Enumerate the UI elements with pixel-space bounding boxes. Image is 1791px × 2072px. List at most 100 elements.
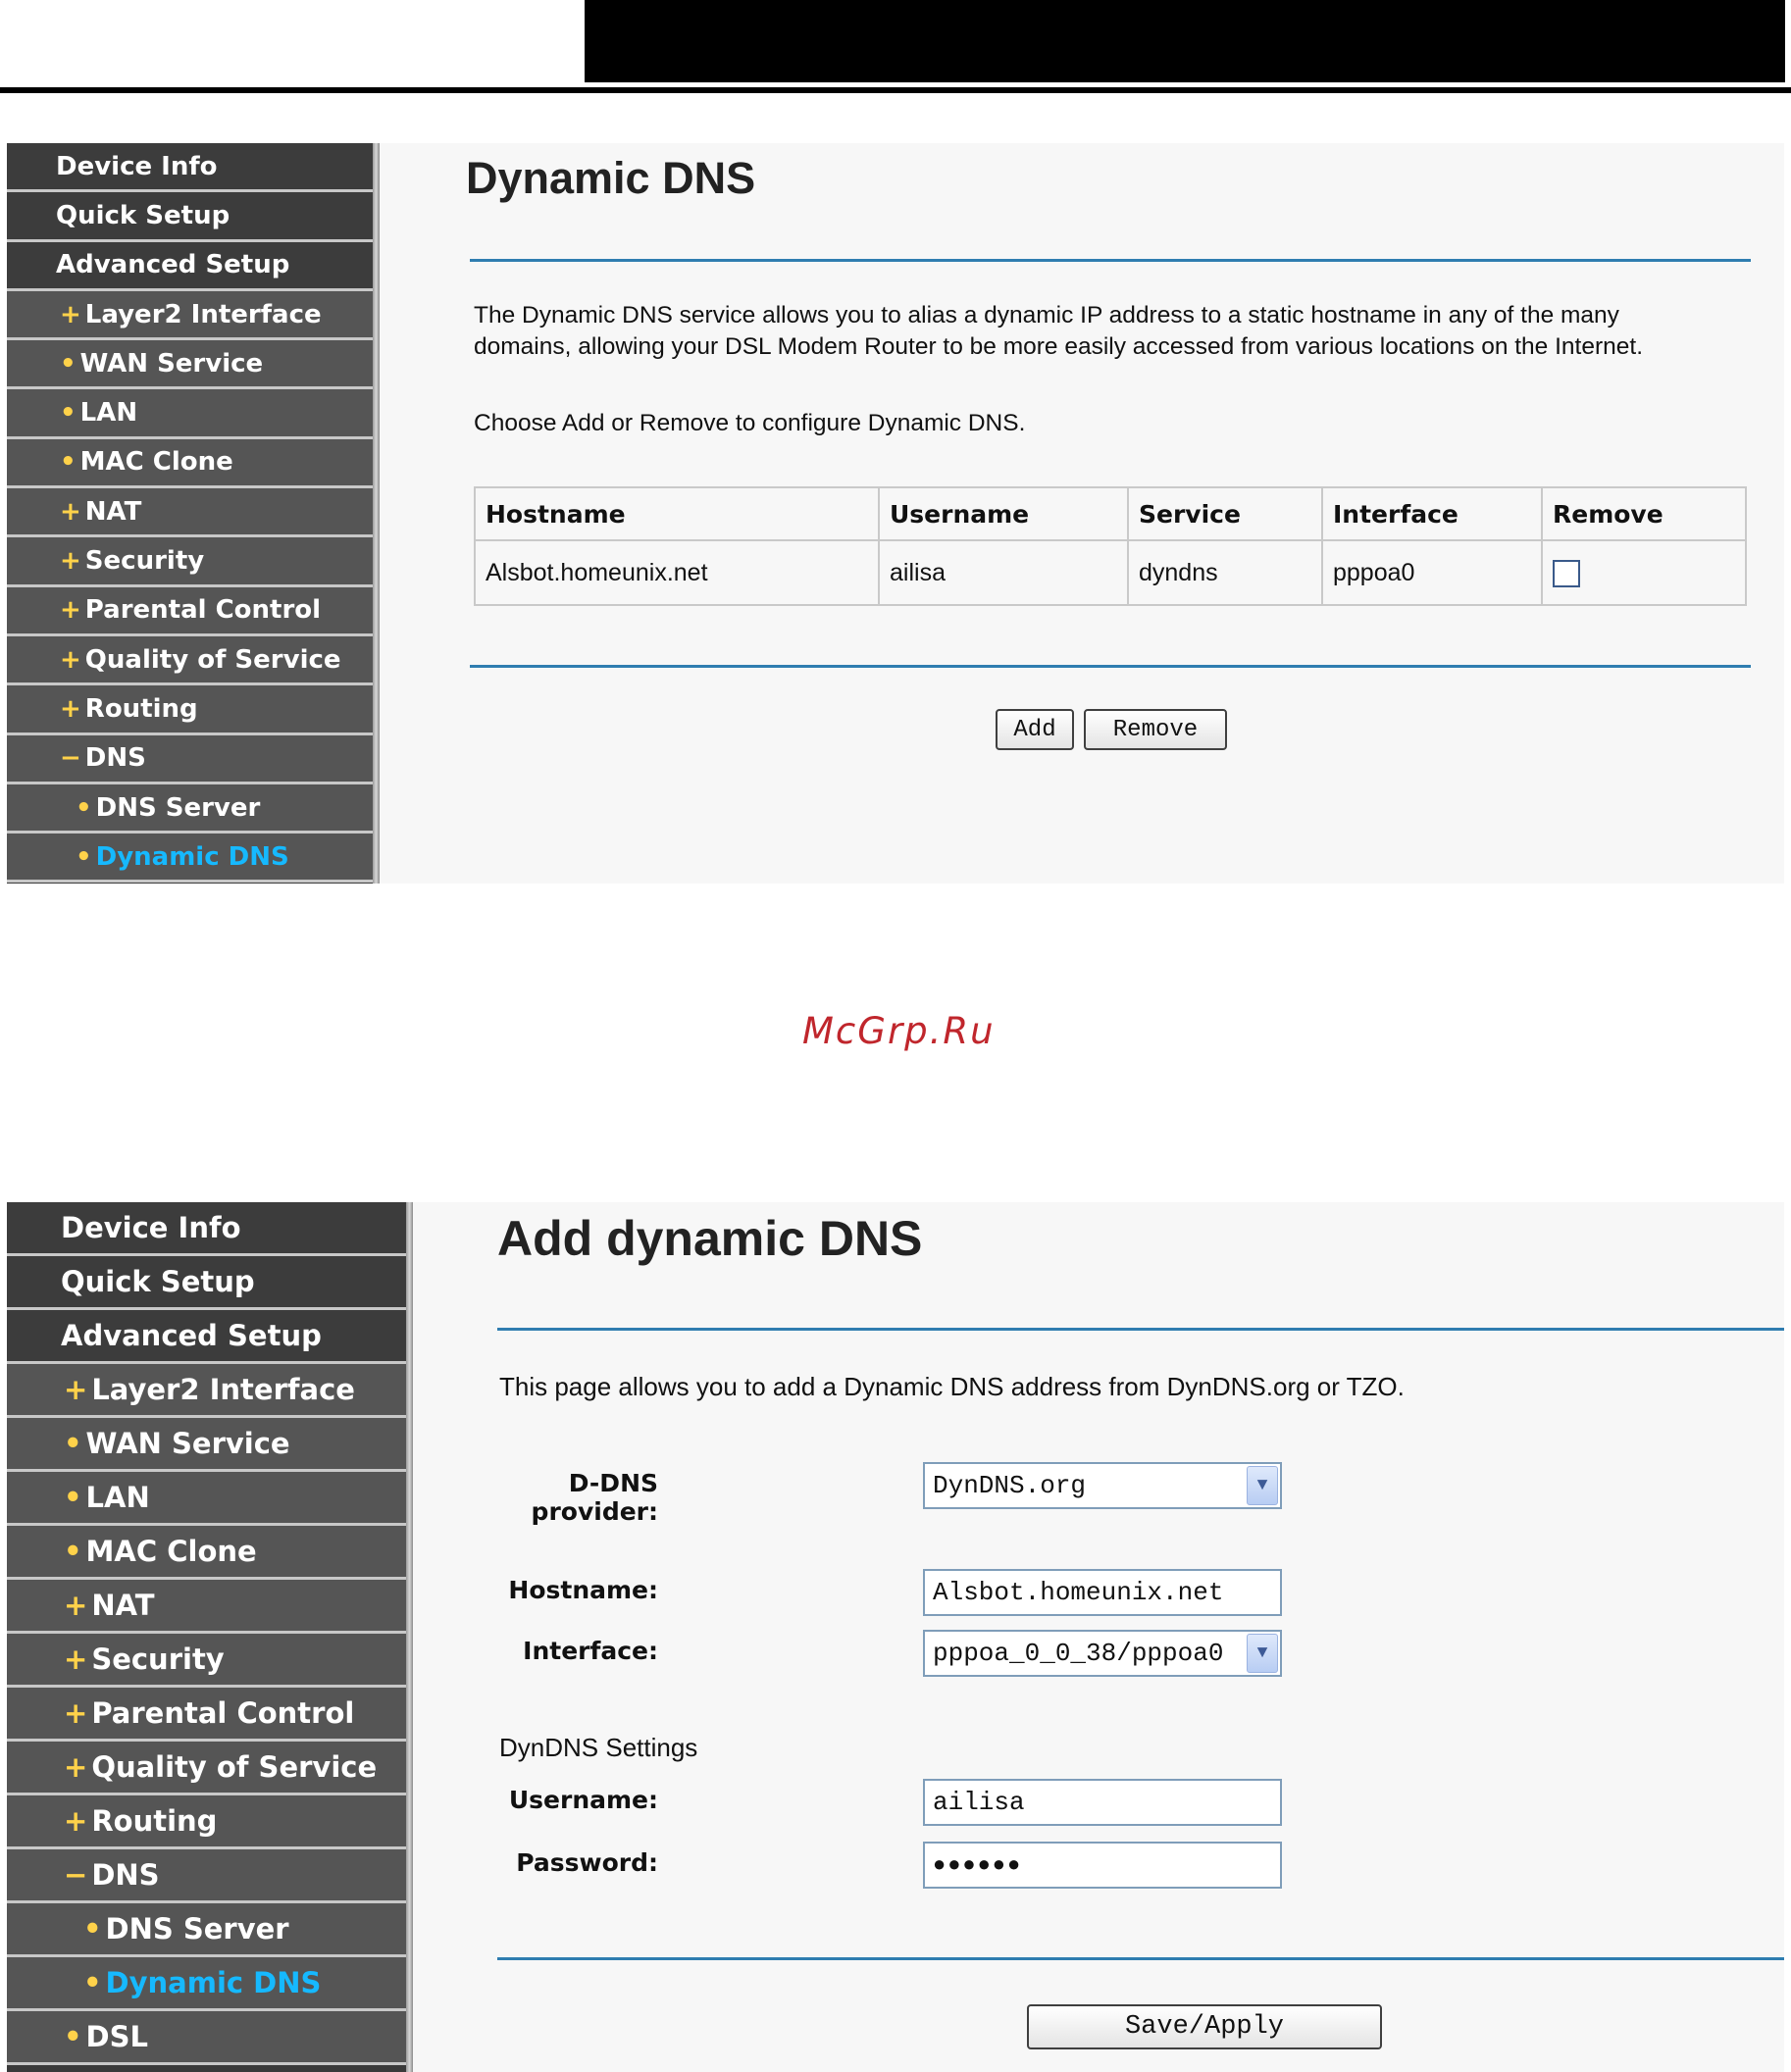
chevron-down-icon[interactable]: ▼ — [1247, 1466, 1278, 1505]
sidebar-item-dns[interactable]: − DNS — [7, 1849, 406, 1903]
add-dynamic-dns-screenshot: Device Info Quick Setup Advanced Setup + Lay… — [7, 1202, 1784, 2072]
sidebar-item-label: Security — [91, 1642, 225, 1676]
title-divider — [497, 1328, 1784, 1331]
sidebar-item-label: Dynamic DNS — [105, 1966, 322, 1999]
dns-table: Hostname Username Service Interface Remo… — [474, 486, 1747, 606]
expand-icon: + — [60, 595, 81, 626]
description-line-2: domains, allowing your DSL Modem Router … — [474, 333, 1644, 360]
sidebar-item-label: Layer2 Interface — [84, 299, 322, 329]
sidebar-item-label: LAN — [79, 398, 138, 429]
sidebar-item-wan-service[interactable]: • WAN Service — [7, 340, 373, 390]
bullet-icon: • — [64, 1427, 82, 1460]
sidebar-item-quick-setup[interactable]: Quick Setup — [7, 1256, 406, 1310]
watermark: McGrp.Ru — [802, 1010, 996, 1052]
header-black-bar — [585, 0, 1785, 82]
save-apply-button[interactable]: Save/Apply — [1027, 2004, 1382, 2049]
sidebar-item-mac-clone[interactable]: • MAC Clone — [7, 438, 373, 489]
cell-remove — [1541, 539, 1747, 606]
sidebar-item-routing[interactable]: + Routing — [7, 685, 373, 735]
sidebar-item-layer2-interface[interactable]: + Layer2 Interface — [7, 1364, 406, 1418]
header-service: Service — [1127, 486, 1323, 541]
hostname-input[interactable]: Alsbot.homeunix.net — [923, 1569, 1282, 1616]
sidebar-item-advanced-setup[interactable]: Advanced Setup — [7, 241, 373, 291]
header-remove: Remove — [1541, 486, 1747, 541]
remove-button[interactable]: Remove — [1084, 709, 1227, 750]
interface-select[interactable]: pppoa_0_0_38/pppoa0 ▼ — [923, 1630, 1282, 1677]
sidebar-item-dynamic-dns[interactable]: • Dynamic DNS — [7, 834, 373, 884]
sidebar-item-device-info[interactable]: Device Info — [7, 1202, 406, 1256]
bullet-icon: • — [76, 792, 92, 823]
sidebar-item-quality-of-service[interactable]: + Quality of Service — [7, 1742, 406, 1795]
add-button[interactable]: Add — [996, 709, 1074, 750]
sidebar-item-label: WAN Service — [79, 348, 264, 379]
bullet-icon: • — [60, 398, 77, 429]
sidebar-item-dns[interactable]: − DNS — [7, 734, 373, 784]
sidebar-item-label: Device Info — [61, 1211, 241, 1244]
cell-interface: pppoa0 — [1321, 539, 1543, 606]
sidebar-item-lan[interactable]: • LAN — [7, 1472, 406, 1526]
description-line-1: The Dynamic DNS service allows you to al… — [474, 302, 1619, 328]
sidebar-item-routing[interactable]: + Routing — [7, 1795, 406, 1849]
sidebar-item-wan-service[interactable]: • WAN Service — [7, 1418, 406, 1472]
bullet-icon: • — [76, 841, 92, 872]
expand-icon: + — [64, 1589, 88, 1622]
sidebar-item-label: Quick Setup — [56, 200, 230, 230]
expand-icon: + — [60, 546, 81, 577]
bullet-icon: • — [64, 1481, 82, 1514]
sidebar-item-dsl[interactable]: • DSL — [7, 2011, 406, 2065]
table-divider — [470, 665, 1751, 668]
sidebar-item-label: Quality of Service — [84, 644, 341, 675]
sidebar-item-security[interactable]: + Security — [7, 537, 373, 587]
collapse-icon: − — [64, 1858, 88, 1892]
sidebar-item-security[interactable]: + Security — [7, 1634, 406, 1688]
expand-icon: + — [60, 644, 81, 675]
sidebar-item-layer2-interface[interactable]: + Layer2 Interface — [7, 290, 373, 341]
sidebar-item-dns-server[interactable]: • DNS Server — [7, 1903, 406, 1957]
bullet-icon: • — [60, 447, 77, 478]
interface-value: pppoa_0_0_38/pppoa0 — [933, 1639, 1224, 1668]
title-divider — [470, 259, 1751, 262]
password-label: Password: — [516, 1848, 658, 1877]
cell-hostname: Alsbot.homeunix.net — [474, 539, 880, 606]
sidebar-item-quick-setup[interactable]: Quick Setup — [7, 192, 373, 242]
sidebar-item-mac-clone[interactable]: • MAC Clone — [7, 1526, 406, 1580]
expand-icon: + — [64, 1642, 88, 1676]
chevron-down-icon[interactable]: ▼ — [1247, 1634, 1278, 1673]
bullet-icon: • — [64, 1535, 82, 1568]
expand-icon: + — [60, 299, 81, 329]
bullet-icon: • — [83, 1966, 102, 1999]
sidebar-item-quality-of-service[interactable]: + Quality of Service — [7, 635, 373, 686]
expand-icon: + — [60, 693, 81, 724]
header-hostname: Hostname — [474, 486, 880, 541]
sidebar-item-device-info[interactable]: Device Info — [7, 143, 373, 193]
dynamic-dns-screenshot: Device Info Quick Setup Advanced Setup + Lay… — [7, 143, 1784, 884]
sidebar-item-parental-control[interactable]: + Parental Control — [7, 586, 373, 636]
sidebar-item-label: Dynamic DNS — [95, 841, 289, 872]
password-input[interactable]: ●●●●●● — [923, 1842, 1282, 1889]
bullet-icon: • — [83, 1912, 102, 1946]
sidebar-item-lan[interactable]: • LAN — [7, 389, 373, 439]
header-rule — [0, 87, 1791, 93]
sidebar-item-label: Routing — [84, 693, 198, 724]
expand-icon: + — [64, 1750, 88, 1784]
sidebar-item-nat[interactable]: + NAT — [7, 488, 373, 538]
expand-icon: + — [64, 1373, 88, 1406]
description: This page allows you to add a Dynamic DN… — [499, 1372, 1405, 1401]
sidebar-item-label: Parental Control — [91, 1696, 355, 1730]
page-title: Dynamic DNS — [466, 153, 756, 203]
bullet-icon: • — [60, 348, 77, 379]
sidebar-item-advanced-setup[interactable]: Advanced Setup — [7, 1310, 406, 1364]
sidebar-item-label: DSL — [85, 2020, 148, 2053]
table-header-row: Hostname Username Service Interface Remo… — [474, 486, 1747, 541]
expand-icon: + — [64, 1696, 88, 1730]
username-input[interactable]: ailisa — [923, 1779, 1282, 1826]
username-label: Username: — [508, 1786, 658, 1814]
sidebar-item-parental-control[interactable]: + Parental Control — [7, 1688, 406, 1742]
provider-select[interactable]: DynDNS.org ▼ — [923, 1462, 1282, 1509]
cell-username: ailisa — [878, 539, 1129, 606]
sidebar-item-label: Quality of Service — [91, 1750, 378, 1784]
sidebar-item-dynamic-dns[interactable]: • Dynamic DNS — [7, 1957, 406, 2011]
sidebar-item-dns-server[interactable]: • DNS Server — [7, 783, 373, 834]
remove-checkbox[interactable] — [1553, 559, 1580, 587]
sidebar-item-nat[interactable]: + NAT — [7, 1580, 406, 1634]
